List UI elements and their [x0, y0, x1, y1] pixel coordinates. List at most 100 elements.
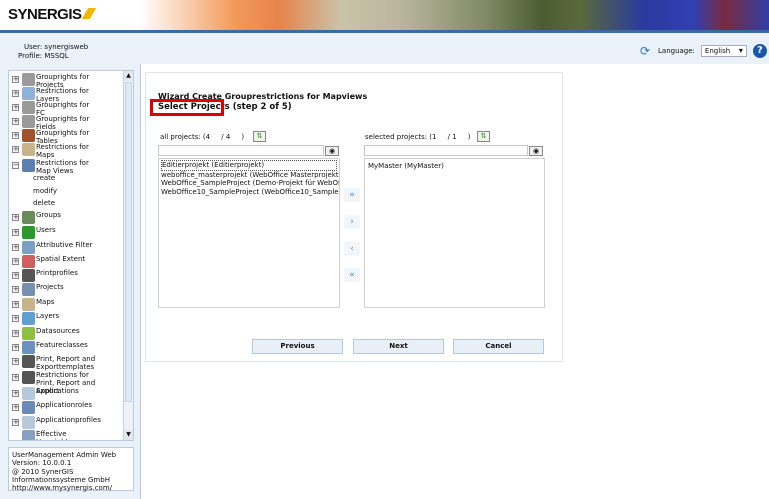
expand-icon[interactable]: + — [12, 315, 19, 322]
tree-item[interactable]: − Restrictions for Map Views — [9, 159, 96, 175]
previous-button[interactable]: Previous — [252, 339, 343, 354]
copyright: @ 2010 SynerGIS — [12, 467, 74, 476]
tree-item-icon — [22, 416, 35, 429]
project-option[interactable]: Editierprojekt (Editierprojekt) — [161, 160, 337, 171]
add-all-button[interactable]: » — [344, 188, 360, 202]
help-icon[interactable]: ? — [752, 44, 767, 58]
navigation-tree: + Grouprights for Projects + Restrictions f… — [8, 70, 134, 441]
tree-item-label: Datasources — [36, 327, 80, 335]
user-info: User: synergisweb Profile: MSSQL — [18, 43, 88, 61]
expand-icon[interactable]: + — [12, 404, 19, 411]
selected-projects-filter-input[interactable] — [364, 145, 528, 156]
expand-icon[interactable]: + — [12, 104, 19, 111]
tree-item[interactable]: + Spatial Extent — [9, 255, 96, 268]
tree-item-icon — [22, 115, 35, 128]
tree-item-icon — [22, 241, 35, 254]
expand-icon[interactable]: + — [12, 344, 19, 351]
tree-item[interactable]: + Users — [9, 226, 96, 239]
add-selected-button[interactable]: › — [344, 215, 360, 229]
tree-item-label: Applicationprofiles — [36, 416, 101, 424]
expand-icon[interactable]: + — [12, 146, 19, 153]
tree-item[interactable]: + Applications — [9, 387, 96, 400]
cancel-button[interactable]: Cancel — [453, 339, 544, 354]
scroll-up-icon[interactable]: ▲ — [124, 71, 133, 81]
refresh-icon[interactable]: ⟳ — [640, 45, 652, 57]
sort-selected-button[interactable]: ⇅ — [477, 131, 490, 142]
all-projects-filter-input[interactable] — [158, 145, 324, 156]
user-label: User: synergisweb — [24, 43, 89, 51]
tree-item-icon — [22, 387, 35, 400]
tree-item-label: Featureclasses — [36, 341, 88, 349]
expand-icon[interactable]: + — [12, 90, 19, 97]
selected-projects-list[interactable]: MyMaster (MyMaster) — [364, 158, 545, 308]
tree-item-icon — [22, 211, 35, 224]
all-projects-list[interactable]: Editierprojekt (Editierprojekt) weboffice… — [158, 158, 340, 308]
tree-subitem-create[interactable]: create — [33, 174, 55, 182]
tree-item-icon — [22, 226, 35, 239]
expand-icon[interactable]: + — [12, 419, 19, 426]
remove-selected-button[interactable]: ‹ — [344, 242, 360, 256]
scroll-down-icon[interactable]: ▼ — [124, 430, 133, 440]
tree-item-icon — [22, 430, 35, 440]
tree-item[interactable]: + Featureclasses — [9, 341, 96, 354]
tree-item[interactable]: + Projects — [9, 283, 96, 296]
expand-icon[interactable]: + — [12, 301, 19, 308]
tree-item[interactable]: + Restrictions for Maps — [9, 143, 96, 159]
synergis-logo: SYNERGIS — [8, 6, 96, 23]
expand-icon[interactable]: + — [12, 358, 19, 365]
tree-item[interactable]: + Attributive Filter — [9, 241, 96, 254]
tree-item[interactable]: + Applicationroles — [9, 401, 96, 414]
filter-icon[interactable]: ◉ — [325, 146, 339, 156]
expand-icon[interactable]: + — [12, 132, 19, 139]
tree-item-label: Maps — [36, 298, 55, 306]
expand-icon[interactable]: + — [12, 229, 19, 236]
tree-item[interactable]: + Groups — [9, 211, 96, 224]
tree-subitem-delete[interactable]: delete — [33, 199, 55, 207]
expand-icon[interactable]: + — [12, 330, 19, 337]
expand-icon[interactable]: + — [12, 244, 19, 251]
website-link[interactable]: http://www.mysynergis.com/ — [12, 484, 112, 492]
collapse-icon[interactable]: − — [12, 162, 19, 169]
tree-item[interactable]: + Maps — [9, 298, 96, 311]
tree-item[interactable]: + Applicationprofiles — [9, 416, 101, 429]
tree-item-icon — [22, 355, 35, 368]
expand-icon[interactable]: + — [12, 214, 19, 221]
expand-icon[interactable]: + — [12, 118, 19, 125]
expand-icon[interactable]: + — [12, 258, 19, 265]
project-option[interactable]: WebOffice10_SampleProject (WebOffice10_S… — [161, 188, 339, 197]
project-option[interactable]: WebOffice_SampleProject (Demo-Projekt fü… — [161, 179, 339, 188]
expand-icon[interactable]: + — [12, 390, 19, 397]
tree-item[interactable]: + Layers — [9, 312, 96, 325]
expand-icon[interactable]: + — [12, 374, 19, 381]
tree-item-label: Users — [36, 226, 56, 234]
step-info: (step 2 of 5) — [232, 102, 292, 112]
tree-item-icon — [22, 87, 35, 100]
map-banner-image — [140, 0, 769, 30]
next-button[interactable]: Next — [353, 339, 444, 354]
tree-item-icon — [22, 73, 35, 86]
tree-item[interactable]: + Datasources — [9, 327, 96, 340]
filter-icon[interactable]: ◉ — [529, 146, 543, 156]
tree-subitem-modify[interactable]: modify — [33, 187, 57, 195]
tree-item-label: Applicationroles — [36, 401, 93, 409]
sort-all-button[interactable]: ⇅ — [253, 131, 266, 142]
project-option[interactable]: weboffice_masterprojekt (WebOffice Maste… — [161, 171, 339, 180]
tree-item[interactable]: +Effective Userrights — [9, 430, 96, 440]
project-option[interactable]: MyMaster (MyMaster) — [368, 162, 541, 171]
tree-item[interactable]: + Printprofiles — [9, 269, 96, 282]
all-projects-label: all projects: (4 / 4 ) — [160, 133, 245, 141]
remove-all-button[interactable]: « — [344, 268, 360, 282]
expand-icon[interactable]: + — [12, 286, 19, 293]
tree-item-icon — [22, 371, 35, 384]
tree-item-label: Attributive Filter — [36, 241, 93, 249]
tree-item[interactable]: + Print, Report and Exporttemplates — [9, 355, 96, 371]
language-bar: ⟳ Language: English ? — [640, 44, 767, 58]
tree-item-icon — [22, 159, 35, 172]
expand-icon[interactable]: + — [12, 272, 19, 279]
tree-item-label: Effective Userrights — [36, 430, 72, 440]
scroll-thumb[interactable] — [125, 82, 132, 402]
tree-item-icon — [22, 143, 35, 156]
expand-icon[interactable]: + — [12, 76, 19, 83]
language-select[interactable]: English — [700, 45, 747, 57]
tree-scrollbar[interactable]: ▲ ▼ — [123, 71, 133, 440]
